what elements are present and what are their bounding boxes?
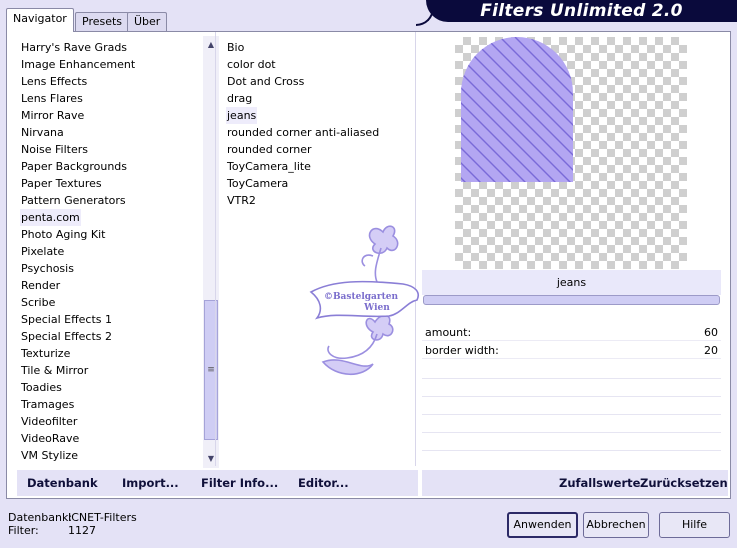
right-action-bar: Zufallswerte Zurücksetzen [422, 470, 728, 496]
filter-item[interactable]: VTR2 [226, 192, 257, 209]
watermark-line2: Wien [363, 303, 390, 313]
category-item[interactable]: VM Stylize [20, 447, 79, 464]
preview-stripe [559, 37, 573, 182]
filter-item[interactable]: ToyCamera [226, 175, 289, 192]
category-item[interactable]: Lens Effects [20, 73, 88, 90]
parameter-panel: jeans amount: 60 border width: 20 [422, 270, 721, 465]
category-item[interactable]: Texturize [20, 345, 71, 362]
param-label: border width: [425, 344, 499, 357]
param-value: 20 [704, 344, 718, 357]
random-values-button[interactable]: Zufallswerte [559, 470, 640, 496]
category-item[interactable]: Nirvana [20, 124, 65, 141]
param-divider [422, 432, 721, 433]
category-list[interactable]: ▲ ≡ ▼ Harry's Rave Grads Image Enhancemen… [17, 36, 219, 468]
app-title: Filters Unlimited 2.0 [480, 1, 683, 21]
cancel-button[interactable]: Abbrechen [583, 512, 649, 538]
param-value: 60 [704, 326, 718, 339]
filter-item[interactable]: jeans [226, 107, 258, 124]
preview-stripe [635, 37, 687, 237]
category-item[interactable]: penta.com [20, 209, 81, 226]
current-filter-name: jeans [422, 270, 721, 295]
category-item[interactable]: Paper Textures [20, 175, 103, 192]
category-item[interactable]: Paper Backgrounds [20, 158, 128, 175]
category-item[interactable]: Noise Filters [20, 141, 89, 158]
param-divider [422, 378, 721, 379]
tab-navigator[interactable]: Navigator [6, 8, 74, 32]
import-button[interactable]: Import... [122, 470, 179, 496]
category-item[interactable]: Toadies [20, 379, 63, 396]
watermark-line1: ©Bastelgarten [324, 292, 399, 302]
status-db-value: ICNET-Filters [68, 511, 137, 524]
left-action-bar: Datenbank Import... Filter Info... Edito… [17, 470, 418, 496]
preview-stripe [575, 37, 687, 237]
category-item[interactable]: Image Enhancement [20, 56, 136, 73]
database-button[interactable]: Datenbank [27, 470, 98, 496]
apply-button[interactable]: Anwenden [507, 512, 578, 538]
status-filter-value: 1127 [68, 524, 96, 537]
list-divider [215, 32, 216, 466]
preview-canvas [455, 37, 687, 269]
preview-stripe [620, 37, 687, 237]
category-item[interactable]: Harry's Rave Grads [20, 39, 128, 56]
category-item[interactable]: Tramages [20, 396, 75, 413]
filter-item[interactable]: color dot [226, 56, 277, 73]
reset-button[interactable]: Zurücksetzen [640, 470, 728, 496]
preview-stripe [590, 37, 687, 237]
main-panel: ▲ ≡ ▼ Harry's Rave Grads Image Enhancemen… [6, 31, 731, 499]
filter-item[interactable]: Bio [226, 39, 245, 56]
parameter-slider[interactable] [423, 295, 720, 305]
preview-stripe [680, 37, 687, 237]
category-item[interactable]: Render [20, 277, 61, 294]
tab-about[interactable]: Über [127, 12, 168, 31]
scroll-up-arrow-icon[interactable]: ▲ [203, 38, 219, 52]
param-row-border-width[interactable]: border width: 20 [422, 342, 721, 359]
param-label: amount: [425, 326, 472, 339]
category-item[interactable]: Special Effects 2 [20, 328, 113, 345]
tab-presets[interactable]: Presets [75, 12, 130, 31]
preview-shape [461, 37, 687, 237]
status-filter-label: Filter: [8, 524, 39, 537]
param-row-amount[interactable]: amount: 60 [422, 324, 721, 341]
status-info: Datenbank: ICNET-Filters Filter: 1127 [8, 511, 137, 537]
category-item[interactable]: Tile & Mirror [20, 362, 89, 379]
category-scrollbar[interactable]: ▲ ≡ ▼ [203, 36, 219, 468]
category-item[interactable]: Mirror Rave [20, 107, 85, 124]
category-item[interactable]: Special Effects 1 [20, 311, 113, 328]
category-item[interactable]: VideoRave [20, 430, 80, 447]
filter-item[interactable]: rounded corner [226, 141, 313, 158]
category-item[interactable]: Pattern Generators [20, 192, 127, 209]
title-banner: Filters Unlimited 2.0 [426, 0, 737, 22]
filter-info-button[interactable]: Filter Info... [201, 470, 278, 496]
category-item[interactable]: Scribe [20, 294, 56, 311]
watermark-logo: ©Bastelgarten Wien [303, 222, 433, 382]
param-divider [422, 414, 721, 415]
preview-stripe [605, 37, 687, 237]
category-item[interactable]: Photo Aging Kit [20, 226, 106, 243]
param-divider [422, 396, 721, 397]
filter-item[interactable]: Dot and Cross [226, 73, 305, 90]
scroll-down-arrow-icon[interactable]: ▼ [203, 452, 219, 466]
editor-button[interactable]: Editor... [298, 470, 349, 496]
category-item[interactable]: Videofilter [20, 413, 78, 430]
category-item[interactable]: Psychosis [20, 260, 75, 277]
category-item[interactable]: Lens Flares [20, 90, 84, 107]
filter-item[interactable]: rounded corner anti-aliased [226, 124, 380, 141]
filter-item[interactable]: ToyCamera_lite [226, 158, 312, 175]
preview-stripe [650, 37, 687, 237]
param-divider [422, 450, 721, 451]
preview-stripe [665, 37, 687, 237]
filter-item[interactable]: drag [226, 90, 253, 107]
category-item[interactable]: Pixelate [20, 243, 65, 260]
status-db-label: Datenbank: [8, 511, 73, 524]
help-button[interactable]: Hilfe [659, 512, 730, 538]
